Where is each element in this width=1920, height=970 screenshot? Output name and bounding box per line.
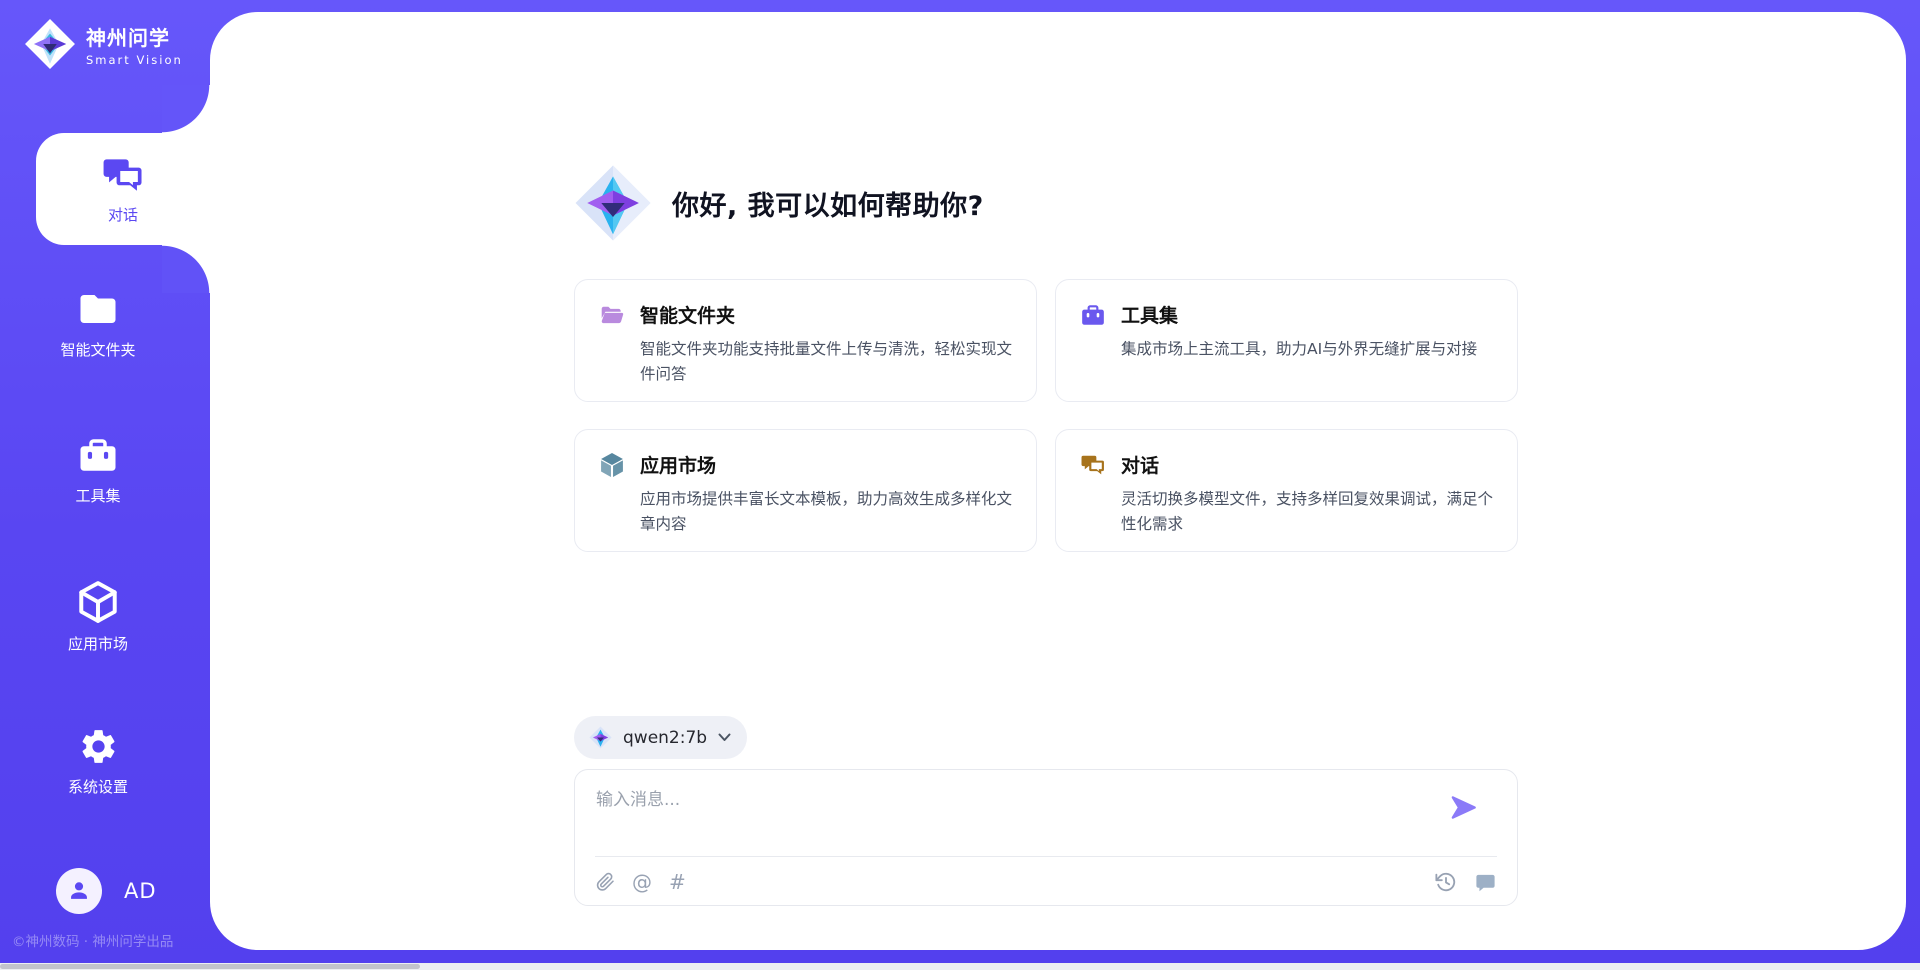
model-logo-icon [589,726,612,749]
card-chat[interactable]: 对话 灵活切换多模型文件，支持多样回复效果调试，满足个性化需求 [1055,429,1518,552]
at-icon[interactable]: @ [632,872,652,892]
card-toolset[interactable]: 工具集 集成市场上主流工具，助力AI与外界无缝扩展与对接 [1055,279,1518,402]
card-description: 应用市场提供丰富长文本模板，助力高效生成多样化文章内容 [640,487,1012,537]
chevron-down-icon [718,733,731,742]
card-description: 智能文件夹功能支持批量文件上传与清洗，轻松实现文件问答 [640,337,1012,387]
card-smart-folder[interactable]: 智能文件夹 智能文件夹功能支持批量文件上传与清洗，轻松实现文件问答 [574,279,1037,402]
model-name: qwen2:7b [623,728,707,748]
card-description: 灵活切换多模型文件，支持多样回复效果调试，满足个性化需求 [1121,487,1493,537]
message-input[interactable] [596,785,1426,843]
card-app-market[interactable]: 应用市场 应用市场提供丰富长文本模板，助力高效生成多样化文章内容 [574,429,1037,552]
brand: 神州问学 Smart Vision [24,18,183,70]
sidebar-item-smart-folder[interactable]: 智能文件夹 [0,288,196,360]
sidebar-item-label: 工具集 [0,485,196,506]
model-selector[interactable]: qwen2:7b [574,716,747,759]
sidebar-item-label: 对话 [108,204,138,225]
greeting-text: 你好, 我可以如何帮助你? [672,184,984,223]
user-profile[interactable]: AD [56,868,157,914]
card-title: 工具集 [1121,301,1178,328]
composer-divider [595,856,1497,857]
card-description: 集成市场上主流工具，助力AI与外界无缝扩展与对接 [1121,337,1493,362]
main-panel: 你好, 我可以如何帮助你? 智能文件夹 智能文件夹功能支持批量文件上传与清洗，轻… [210,12,1906,950]
message-icon[interactable] [1474,871,1497,894]
briefcase-icon [1080,302,1106,328]
greeting: 你好, 我可以如何帮助你? [574,164,984,242]
horizontal-scrollbar[interactable] [0,963,1920,970]
folder-icon [77,288,119,330]
brand-tagline: Smart Vision [86,53,183,67]
tab-flare-top [162,85,210,133]
sidebar: 神州问学 Smart Vision 对话 智能文件夹 工具集 [0,0,210,970]
feature-cards: 智能文件夹 智能文件夹功能支持批量文件上传与清洗，轻松实现文件问答 工具集 集成… [574,279,1518,552]
history-icon[interactable] [1435,871,1457,893]
user-initials: AD [124,879,157,903]
sidebar-item-label: 智能文件夹 [0,339,196,360]
brand-logo-icon [24,18,76,70]
card-title: 应用市场 [640,451,716,478]
card-title: 对话 [1121,451,1159,478]
sidebar-item-toolset[interactable]: 工具集 [0,434,196,506]
gear-icon [78,726,119,767]
brand-name: 神州问学 [86,22,183,51]
scrollbar-thumb[interactable] [0,964,420,969]
hash-icon[interactable]: # [669,872,686,892]
composer: @ # [574,769,1518,906]
cube-icon [76,580,120,624]
avatar [56,868,102,914]
cube-icon [599,452,625,478]
chat-icon [101,153,145,197]
sidebar-item-chat[interactable]: 对话 [36,133,210,245]
send-icon[interactable] [1450,794,1477,821]
paperclip-icon[interactable] [596,872,615,892]
copyright-text: ©神州数码 · 神州问学出品 [12,930,208,950]
briefcase-icon [77,434,119,476]
tab-flare-bottom [162,245,210,293]
card-title: 智能文件夹 [640,301,735,328]
sidebar-item-settings[interactable]: 系统设置 [0,726,196,797]
assistant-logo-icon [574,164,652,242]
sidebar-item-label: 应用市场 [0,633,196,654]
sidebar-item-label: 系统设置 [0,776,196,797]
folder-open-icon [599,302,625,328]
person-icon [65,877,93,905]
sidebar-item-app-market[interactable]: 应用市场 [0,580,196,654]
chat-icon [1080,452,1106,478]
